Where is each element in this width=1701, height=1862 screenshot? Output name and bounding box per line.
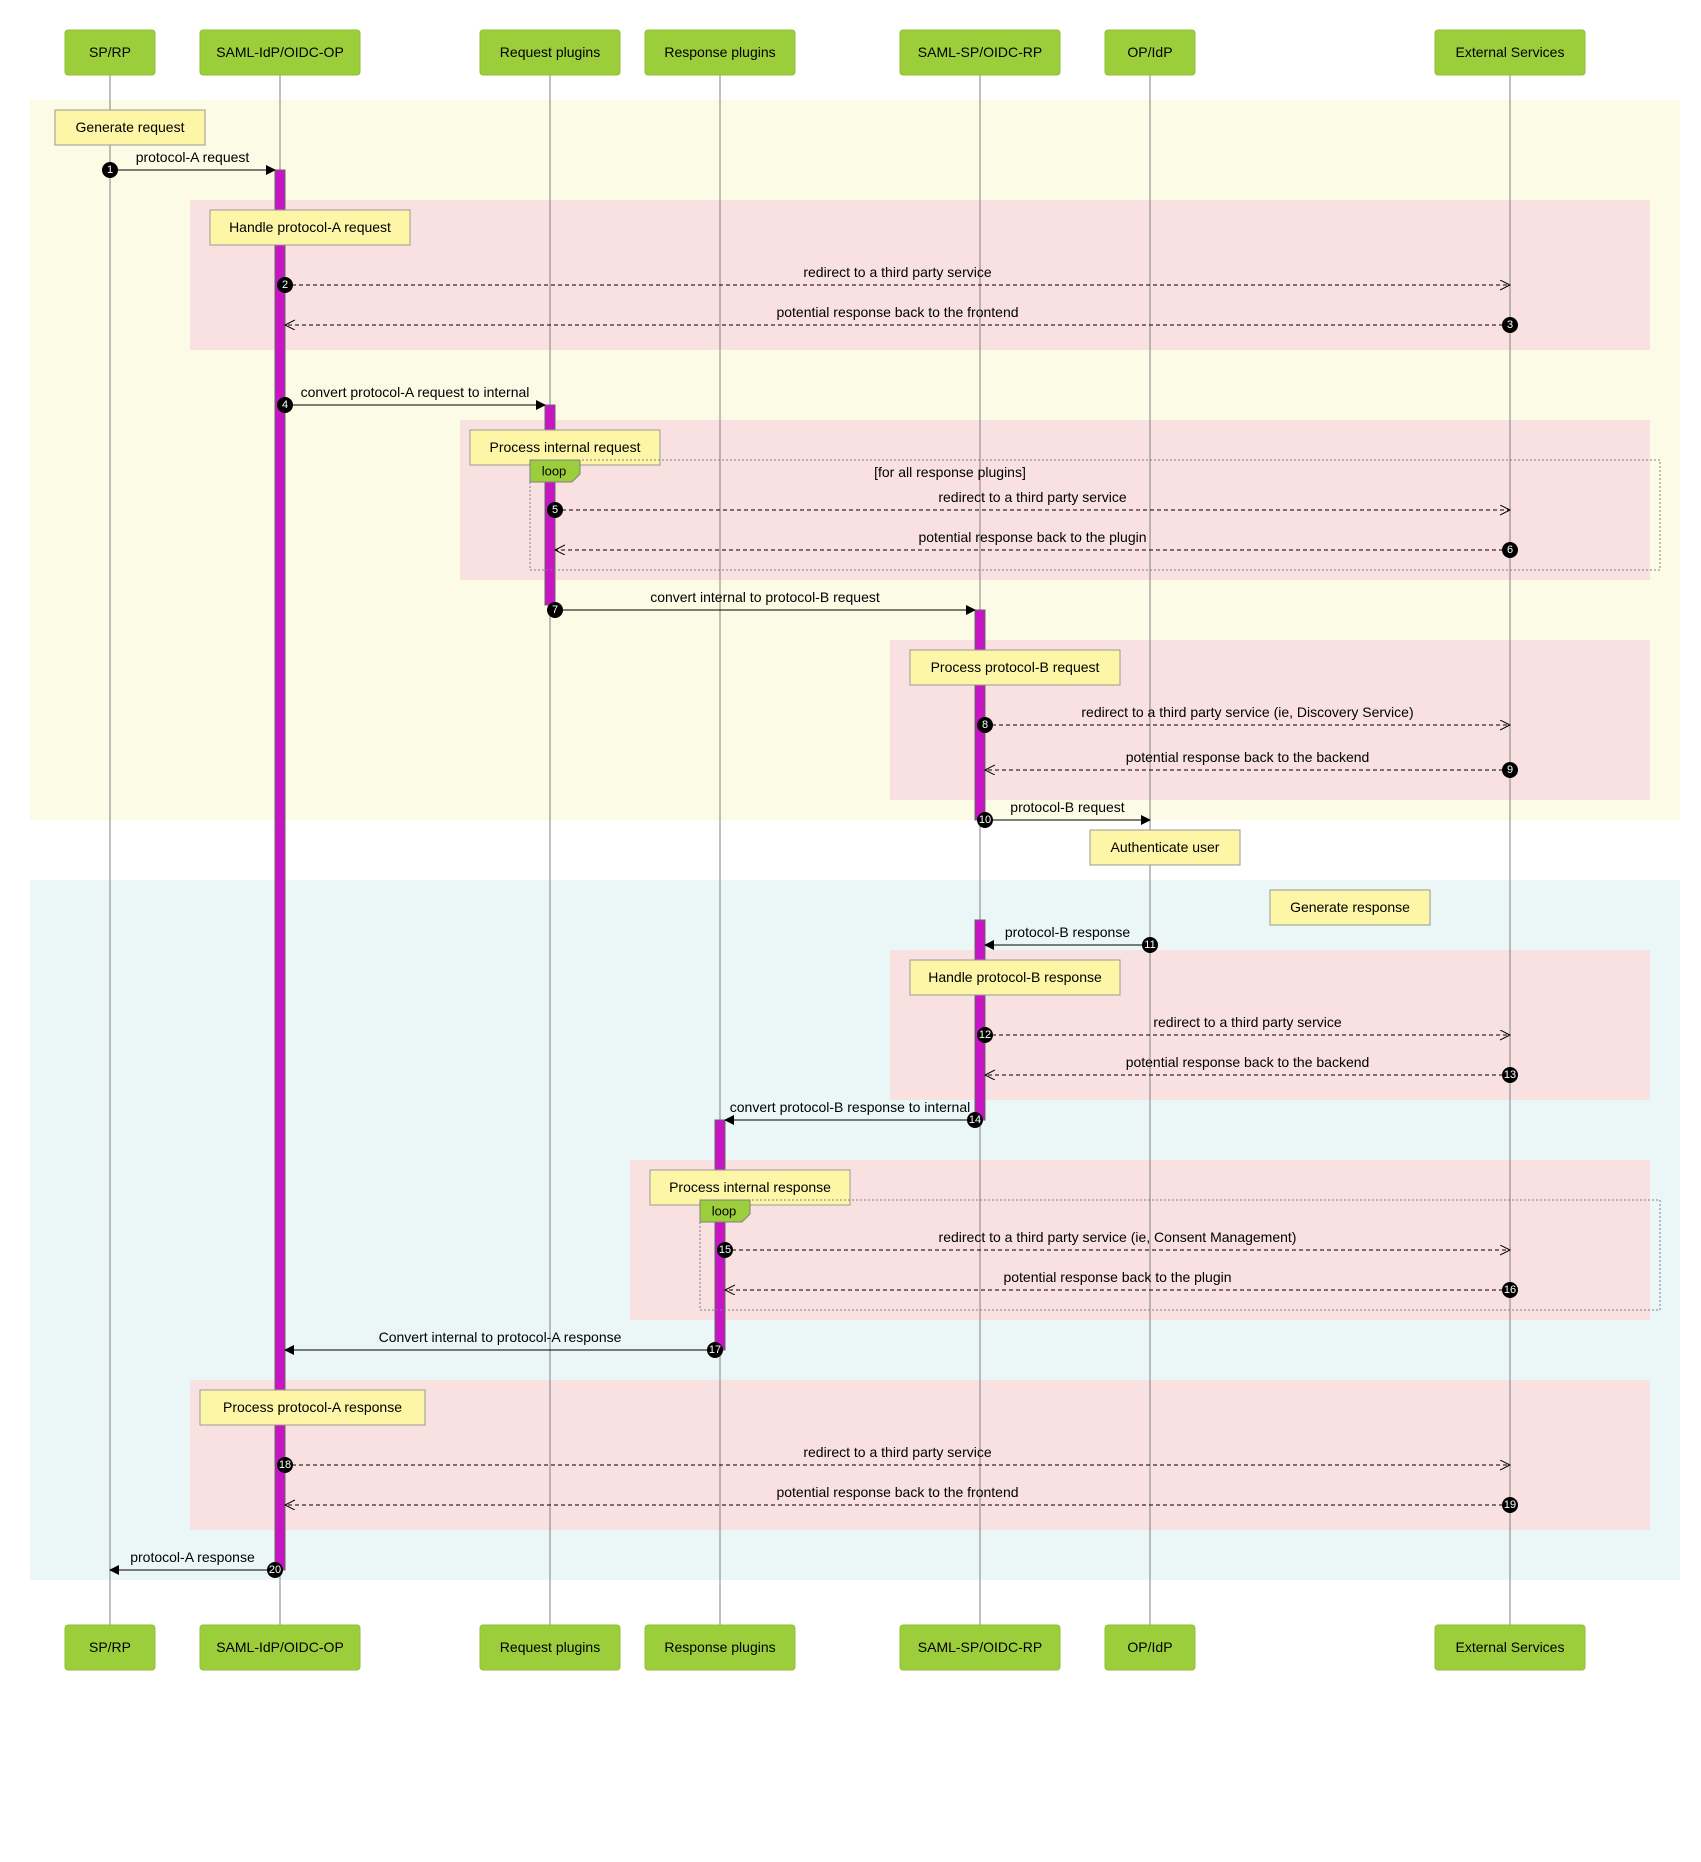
actor-label-bot-op: OP/IdP [1127,1639,1172,1655]
seq-num-20: 20 [269,1564,281,1576]
note-text-proc_b_req: Process protocol-B request [931,659,1100,675]
msg-text-7: convert internal to protocol-B request [650,589,880,605]
seq-num-6: 6 [1507,544,1513,556]
seq-num-3: 3 [1507,319,1513,331]
seq-num-9: 9 [1507,764,1513,776]
seq-num-13: 13 [1504,1069,1516,1081]
actor-label-bot-rp: SAML-SP/OIDC-RP [918,1639,1042,1655]
activation-rp-1 [975,610,985,820]
actor-label-bot-resp: Response plugins [664,1639,775,1655]
msg-text-13: potential response back to the backend [1126,1054,1370,1070]
note-text-gen_resp: Generate response [1290,899,1410,915]
note-text-handle_a: Handle protocol-A request [229,219,391,235]
msg-text-12: redirect to a third party service [1153,1014,1342,1030]
sequence-diagram: SP/RP SAML-IdP/OIDC-OP Request plugins Resp… [0,0,1701,1862]
note-text-proc_a_resp: Process protocol-A response [223,1399,402,1415]
note-text-proc_int_req: Process internal request [490,439,641,455]
msg-text-20: protocol-A response [130,1549,255,1565]
actor-label-top-reqp: Request plugins [500,44,600,60]
msg-text-9: potential response back to the backend [1126,749,1370,765]
loop-label-2-text: loop [712,1204,737,1219]
activation-rp-2 [975,920,985,1120]
seq-num-12: 12 [979,1029,991,1041]
msg-text-2: redirect to a third party service [803,264,992,280]
msg-text-15: redirect to a third party service (ie, C… [939,1229,1297,1245]
note-text-gen_req: Generate request [76,119,185,135]
seq-num-15: 15 [719,1244,731,1256]
note-text-handle_b_resp: Handle protocol-B response [928,969,1102,985]
msg-text-1: protocol-A request [136,149,250,165]
activation-resp [715,1120,725,1350]
msg-text-17: Convert internal to protocol-A response [379,1329,622,1345]
seq-num-11: 11 [1144,939,1155,951]
actor-label-top-idp: SAML-IdP/OIDC-OP [216,44,344,60]
seq-num-8: 8 [982,719,988,731]
seq-num-7: 7 [552,604,558,616]
actor-label-bot-ext: External Services [1456,1639,1565,1655]
actor-label-top-sp: SP/RP [89,44,131,60]
note-text-auth_user: Authenticate user [1111,839,1220,855]
note-text-proc_int_resp: Process internal response [669,1179,831,1195]
seq-num-4: 4 [282,399,288,411]
msg-text-11: protocol-B response [1005,924,1131,940]
msg-text-3: potential response back to the frontend [776,304,1018,320]
seq-num-5: 5 [552,504,558,516]
msg-text-19: potential response back to the frontend [776,1484,1018,1500]
msg-text-10: protocol-B request [1010,799,1125,815]
loop-label-1-text: loop [542,464,567,479]
actor-label-top-resp: Response plugins [664,44,775,60]
actor-label-bot-idp: SAML-IdP/OIDC-OP [216,1639,344,1655]
actor-label-top-op: OP/IdP [1127,44,1172,60]
activation-idp [275,170,285,1570]
seq-num-19: 19 [1504,1499,1516,1511]
seq-num-14: 14 [969,1114,981,1126]
seq-num-1: 1 [107,164,113,176]
msg-text-6: potential response back to the plugin [918,529,1146,545]
msg-text-14: convert protocol-B response to internal [730,1099,970,1115]
msg-text-4: convert protocol-A request to internal [301,384,530,400]
seq-num-2: 2 [282,279,288,291]
seq-num-18: 18 [279,1459,291,1471]
actor-label-bot-sp: SP/RP [89,1639,131,1655]
msg-text-18: redirect to a third party service [803,1444,992,1460]
seq-num-16: 16 [1504,1284,1516,1296]
loop-cond-1: [for all response plugins] [874,464,1026,480]
msg-text-8: redirect to a third party service (ie, D… [1081,704,1413,720]
msg-text-16: potential response back to the plugin [1003,1269,1231,1285]
seq-num-10: 10 [979,814,991,826]
actor-label-top-rp: SAML-SP/OIDC-RP [918,44,1042,60]
msg-text-5: redirect to a third party service [938,489,1127,505]
seq-num-17: 17 [709,1344,721,1356]
actor-label-bot-reqp: Request plugins [500,1639,600,1655]
actor-label-top-ext: External Services [1456,44,1565,60]
